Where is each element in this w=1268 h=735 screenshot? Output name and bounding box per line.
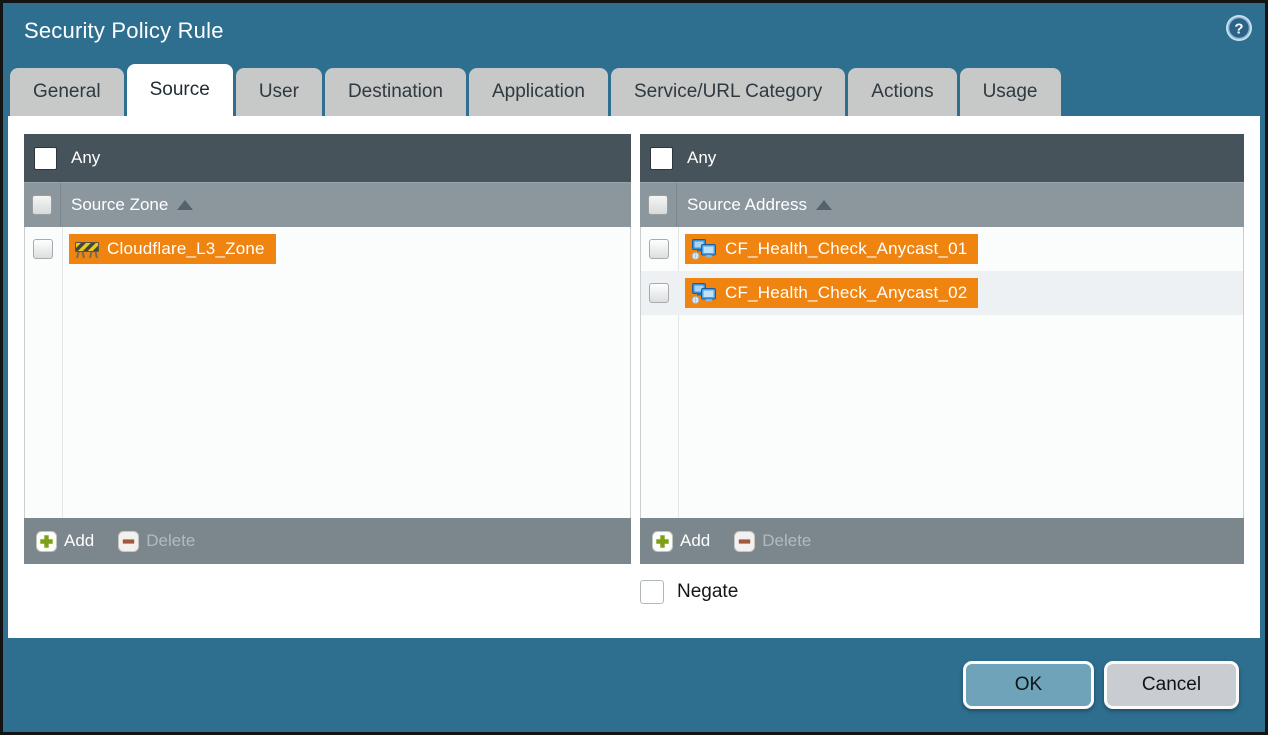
source-address-any-header: Any	[640, 134, 1244, 182]
source-address-row-checkbox[interactable]	[649, 239, 669, 259]
help-icon[interactable]: ?	[1225, 14, 1253, 42]
source-address-item[interactable]: CF_Health_Check_Anycast_01	[685, 234, 978, 264]
source-zone-panel: Any Source Zone	[24, 134, 631, 564]
tab-usage[interactable]: Usage	[960, 68, 1061, 116]
source-address-select-all-checkbox[interactable]	[648, 195, 668, 215]
tab-actions[interactable]: Actions	[848, 68, 956, 116]
source-zone-any-checkbox[interactable]	[34, 147, 57, 170]
select-all-cell	[640, 183, 677, 227]
source-zone-column-label: Source Zone	[71, 195, 168, 215]
delete-icon	[734, 531, 755, 552]
add-source-address-button[interactable]: Add	[652, 531, 710, 552]
address-icon	[691, 238, 717, 260]
tab-source[interactable]: Source	[127, 64, 233, 116]
tab-application[interactable]: Application	[469, 68, 608, 116]
table-row: CF_Health_Check_Anycast_01	[641, 227, 1243, 271]
delete-source-zone-button[interactable]: Delete	[118, 531, 195, 552]
source-zone-item-label: Cloudflare_L3_Zone	[107, 239, 265, 259]
tab-general[interactable]: General	[10, 68, 124, 116]
select-all-cell	[24, 183, 61, 227]
source-zone-item[interactable]: Cloudflare_L3_Zone	[69, 234, 276, 264]
source-address-toolbar: Add Delete	[640, 518, 1244, 564]
source-address-list: CF_Health_Check_Anycast_01	[640, 227, 1244, 518]
add-button-label: Add	[64, 531, 94, 551]
source-zone-list: Cloudflare_L3_Zone	[24, 227, 631, 518]
delete-icon	[118, 531, 139, 552]
delete-button-label: Delete	[146, 531, 195, 551]
negate-label: Negate	[677, 581, 738, 603]
table-row: Cloudflare_L3_Zone	[25, 227, 630, 271]
zone-icon	[75, 239, 99, 259]
question-mark-glyph: ?	[1234, 21, 1243, 38]
source-zone-select-all-checkbox[interactable]	[32, 195, 52, 215]
source-zone-any-label: Any	[71, 148, 100, 168]
tab-user[interactable]: User	[236, 68, 322, 116]
tab-service-url-category[interactable]: Service/URL Category	[611, 68, 845, 116]
source-zone-row-checkbox[interactable]	[33, 239, 53, 259]
source-address-column-header[interactable]: Source Address	[640, 182, 1244, 227]
source-address-any-checkbox[interactable]	[650, 147, 673, 170]
delete-source-address-button[interactable]: Delete	[734, 531, 811, 552]
address-icon	[691, 282, 717, 304]
negate-checkbox[interactable]	[640, 580, 664, 604]
source-zone-toolbar: Add Delete	[24, 518, 631, 564]
add-icon	[652, 531, 673, 552]
tab-destination[interactable]: Destination	[325, 68, 466, 116]
add-button-label: Add	[680, 531, 710, 551]
source-address-row-checkbox[interactable]	[649, 283, 669, 303]
add-icon	[36, 531, 57, 552]
add-source-zone-button[interactable]: Add	[36, 531, 94, 552]
dialog-title: Security Policy Rule	[24, 18, 224, 44]
source-address-column-label: Source Address	[687, 195, 807, 215]
source-address-panel: Any Source Address	[640, 134, 1244, 564]
source-address-item-label: CF_Health_Check_Anycast_01	[725, 239, 967, 259]
table-row: CF_Health_Check_Anycast_02	[641, 271, 1243, 315]
source-address-item[interactable]: CF_Health_Check_Anycast_02	[685, 278, 978, 308]
source-zone-any-header: Any	[24, 134, 631, 182]
negate-option: Negate	[640, 580, 738, 604]
tab-bar: General Source User Destination Applicat…	[10, 64, 1064, 116]
source-address-item-label: CF_Health_Check_Anycast_02	[725, 283, 967, 303]
sort-ascending-icon	[177, 200, 193, 210]
sort-ascending-icon	[816, 200, 832, 210]
delete-button-label: Delete	[762, 531, 811, 551]
cancel-button[interactable]: Cancel	[1104, 661, 1239, 709]
security-policy-rule-dialog: Security Policy Rule ? General Source Us…	[0, 0, 1268, 735]
source-zone-column-header[interactable]: Source Zone	[24, 182, 631, 227]
ok-button[interactable]: OK	[963, 661, 1094, 709]
source-tab-content: Any Source Zone	[8, 116, 1260, 638]
source-address-any-label: Any	[687, 148, 716, 168]
